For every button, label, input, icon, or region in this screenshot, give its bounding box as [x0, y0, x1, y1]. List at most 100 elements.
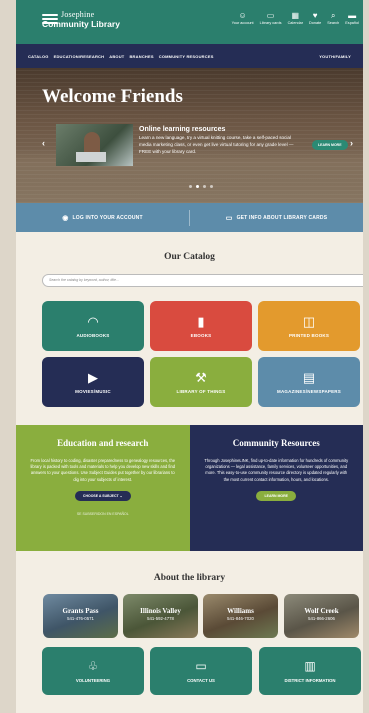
util-calendar[interactable]: ▦ Calendar — [288, 11, 303, 25]
community-title: Community Resources — [232, 438, 320, 448]
carousel-prev-icon[interactable]: ‹ — [42, 138, 45, 148]
slide-laptop — [76, 152, 106, 162]
branch-williams[interactable]: Williams 541-846-7020 — [203, 594, 278, 638]
action-label: DISTRICT INFORMATION — [284, 678, 336, 683]
heart-icon: ♥ — [312, 11, 318, 20]
branch-name: Wolf Creek — [304, 607, 339, 615]
branch-wolf-creek[interactable]: Wolf Creek 541-866-2606 — [284, 594, 359, 638]
book-icon: ◫ — [302, 314, 316, 329]
hero-carousel: Welcome Friends ‹ › Online learning reso… — [16, 68, 363, 203]
search-placeholder: Search the catalog by keyword, author, t… — [49, 278, 119, 282]
speech-icon: ▬ — [348, 11, 357, 20]
tile-magazines-newspapers[interactable]: ▤ MAGAZINES/NEWSPAPERS — [258, 357, 360, 407]
choose-subject-button[interactable]: CHOOSE A SUBJECT ⌄ — [74, 490, 131, 501]
nav-branches[interactable]: BRANCHES — [129, 54, 153, 59]
tile-label: MOVIES/MUSIC — [75, 389, 111, 394]
util-espanol[interactable]: ▬ Español — [345, 11, 359, 25]
choose-subject-label: CHOOSE A SUBJECT — [82, 493, 119, 498]
hero-title: Welcome Friends — [42, 86, 183, 107]
tile-audiobooks[interactable]: ◠ AUDIOBOOKS — [42, 301, 144, 351]
card-icon: ▭ — [225, 214, 233, 222]
tablet-icon: ▮ — [197, 314, 205, 329]
tile-label: MAGAZINES/NEWSPAPERS — [277, 389, 341, 394]
util-label: Your account — [231, 21, 254, 25]
screen-icon: ▶ — [88, 370, 98, 385]
tile-label: AUDIOBOOKS — [76, 333, 110, 338]
about-section: About the library Grants Pass 541-476-05… — [16, 551, 363, 713]
main-nav: CATALOG EDUCATION/RESEARCH ABOUT BRANCHE… — [16, 44, 363, 68]
utility-nav: ☺ Your account ▭ Library cards ▦ Calenda… — [226, 11, 359, 25]
branch-grants-pass[interactable]: Grants Pass 541-476-0571 — [43, 594, 118, 638]
branch-phone: 541-476-0571 — [67, 616, 94, 621]
calendar-icon: ▦ — [291, 11, 300, 20]
user-circle-icon: ◉ — [62, 214, 69, 222]
login-label: LOG INTO YOUR ACCOUNT — [72, 214, 143, 221]
util-label: Search — [327, 21, 340, 25]
education-text: From local history to coding, disaster p… — [30, 458, 176, 482]
contact-us-button[interactable]: ▭ CONTACT US — [150, 647, 252, 695]
community-learn-more-button[interactable]: LEARN MORE — [256, 490, 297, 501]
carousel-next-icon[interactable]: › — [350, 138, 353, 148]
slide-text: Learn a new language, try a virtual knit… — [139, 135, 294, 154]
logo-line1: Josephine — [61, 10, 95, 19]
slide-image — [56, 124, 133, 166]
catalog-section: Our Catalog Search the catalog by keywor… — [16, 232, 363, 425]
nav-youth-family[interactable]: YOUTH/FAMILY — [319, 54, 351, 59]
card-icon: ▭ — [266, 11, 275, 20]
carousel-dots — [189, 185, 217, 188]
branch-name: Grants Pass — [62, 607, 99, 615]
util-search[interactable]: ⌕ Search — [327, 11, 339, 25]
util-label: Calendar — [287, 21, 303, 25]
education-title: Education and research — [57, 438, 149, 448]
tile-movies-music[interactable]: ▶ MOVIES/MUSIC — [42, 357, 144, 407]
site-header: Josephine Community Library ☺ Your accou… — [16, 0, 363, 44]
util-label: Library cards — [259, 21, 282, 25]
volunteering-button[interactable]: ♧ VOLUNTEERING — [42, 647, 144, 695]
branch-phone: 541-866-2606 — [308, 616, 335, 621]
util-label: Donate — [308, 21, 322, 25]
chevron-down-icon: ⌄ — [119, 493, 123, 498]
login-button[interactable]: ◉ LOG INTO YOUR ACCOUNT — [16, 214, 189, 222]
branch-illinois-valley[interactable]: Illinois Valley 541-592-4778 — [123, 594, 198, 638]
tile-label: EBOOKS — [190, 333, 212, 338]
buildings-icon: ▥ — [304, 659, 316, 673]
chat-icon: ▭ — [195, 659, 207, 673]
headphones-icon: ◠ — [87, 314, 99, 329]
tile-ebooks[interactable]: ▮ EBOOKS — [150, 301, 252, 351]
nav-catalog[interactable]: CATALOG — [28, 54, 49, 59]
split-section: Education and research From local histor… — [16, 425, 363, 551]
tile-library-of-things[interactable]: ⚒ LIBRARY OF THINGS — [150, 357, 252, 407]
util-account[interactable]: ☺ Your account — [232, 11, 254, 25]
nav-about[interactable]: ABOUT — [109, 54, 124, 59]
nav-community-resources[interactable]: COMMUNITY RESOURCES — [159, 54, 214, 59]
about-title: About the library — [153, 573, 226, 583]
carousel-dot[interactable] — [210, 185, 213, 188]
util-donate[interactable]: ♥ Donate — [309, 11, 321, 25]
tile-printed-books[interactable]: ◫ PRINTED BOOKS — [258, 301, 360, 351]
library-cards-info-button[interactable]: ▭ GET INFO ABOUT LIBRARY CARDS — [190, 214, 363, 222]
catalog-title: Our Catalog — [164, 252, 215, 262]
branch-name: Williams — [227, 607, 254, 615]
tile-label: LIBRARY OF THINGS — [176, 389, 226, 394]
action-label: VOLUNTEERING — [75, 678, 111, 683]
util-library-cards[interactable]: ▭ Library cards — [260, 11, 282, 25]
page: Josephine Community Library ☺ Your accou… — [16, 0, 363, 713]
catalog-search-input[interactable]: Search the catalog by keyword, author, t… — [42, 274, 363, 287]
newspaper-icon: ▤ — [302, 370, 316, 385]
search-icon: ⌕ — [331, 11, 336, 20]
branch-phone: 541-592-4778 — [147, 616, 174, 621]
education-sub-link[interactable]: SE SUBSERIDON EN ESPAÑOL — [30, 512, 176, 516]
slide-learn-more-button[interactable]: LEARN MORE — [312, 140, 348, 150]
community-panel: Community Resources Through JosephineLIN… — [189, 425, 363, 551]
tile-label: PRINTED BOOKS — [288, 333, 330, 338]
util-label: Español — [345, 21, 359, 25]
nav-education-research[interactable]: EDUCATION/RESEARCH — [54, 54, 105, 59]
district-information-button[interactable]: ▥ DISTRICT INFORMATION — [259, 647, 361, 695]
carousel-dot-active[interactable] — [196, 185, 199, 188]
tools-icon: ⚒ — [195, 370, 207, 385]
cards-label: GET INFO ABOUT LIBRARY CARDS — [236, 214, 328, 221]
action-label: CONTACT US — [187, 678, 215, 683]
carousel-dot[interactable] — [189, 185, 192, 188]
carousel-dot[interactable] — [203, 185, 206, 188]
logo-line2: Community Library — [42, 19, 120, 29]
